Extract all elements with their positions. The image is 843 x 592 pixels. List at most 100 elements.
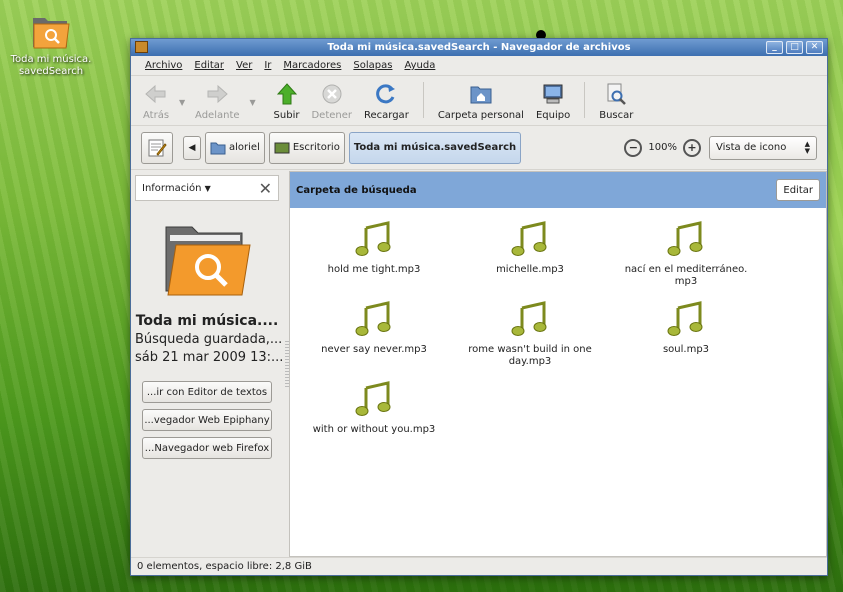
home-folder-icon [210, 142, 226, 154]
menu-solapas[interactable]: Solapas [347, 60, 398, 71]
side-pane-type: Búsqueda guardada,... [135, 332, 283, 347]
window-menu-icon[interactable] [135, 41, 148, 53]
file-name: hold me tight.mp3 [327, 264, 421, 275]
file-name: never say never.mp3 [321, 344, 427, 355]
edit-location-icon [148, 139, 167, 156]
home-folder-icon [469, 82, 493, 106]
file-browser-window: Toda mi música.savedSearch - Navegador d… [130, 38, 828, 576]
forward-button[interactable]: Adelante [189, 80, 245, 124]
music-note-icon [355, 301, 391, 336]
close-icon[interactable]: ✕ [259, 179, 272, 198]
saved-search-folder-icon [162, 219, 252, 299]
status-text: 0 elementos, espacio libre: 2,8 GiB [137, 561, 312, 572]
home-button[interactable]: Carpeta personal [432, 80, 530, 124]
search-folder-bar: Carpeta de búsqueda Editar [290, 172, 826, 208]
desktop-icon-saved-search[interactable]: Toda mi música. savedSearch [6, 12, 96, 78]
breadcrumb-label: Escritorio [292, 142, 340, 153]
file-grid: hold me tight.mp3 michelle.mp3 nací en e… [290, 208, 826, 436]
window-titlebar[interactable]: Toda mi música.savedSearch - Navegador d… [131, 39, 827, 56]
location-bar: ◀ aloriel Escritorio Toda mi música.save… [131, 126, 827, 170]
computer-icon [541, 82, 565, 106]
forward-history-chevron-icon[interactable]: ▼ [246, 80, 260, 124]
maximize-button[interactable]: □ [786, 41, 803, 54]
toolbar: Atrás ▼ Adelante ▼ Subir Detener Recarga… [131, 76, 827, 126]
zoom-control: − 100% + [624, 138, 701, 157]
home-label: Carpeta personal [437, 110, 524, 121]
toggle-location-button[interactable] [141, 131, 173, 164]
desktop-icon-label: Toda mi música. savedSearch [10, 54, 92, 77]
edit-search-button[interactable]: Editar [776, 179, 820, 201]
file-item[interactable]: hold me tight.mp3 [296, 220, 452, 288]
updown-chevron-icon: ▲ ▼ [804, 139, 810, 155]
stop-label: Detener [311, 110, 352, 121]
side-pane-date: sáb 21 mar 2009 13:... [135, 350, 284, 365]
file-item[interactable]: soul.mp3 [608, 300, 764, 368]
toolbar-separator [584, 82, 586, 118]
reload-button[interactable]: Recargar [358, 80, 415, 124]
music-note-icon [355, 381, 391, 416]
breadcrumb-label: aloriel [229, 142, 260, 153]
file-view: Carpeta de búsqueda Editar hold me tight… [289, 171, 827, 557]
zoom-out-icon[interactable]: − [624, 138, 643, 157]
minimize-button[interactable]: _ [766, 41, 783, 54]
menu-ver[interactable]: Ver [230, 60, 258, 71]
side-pane: Información ▼ ✕ Toda mi música.... Búsqu… [131, 171, 289, 557]
music-note-icon [511, 221, 547, 256]
menu-marcadores[interactable]: Marcadores [277, 60, 347, 71]
breadcrumb-escritorio[interactable]: Escritorio [268, 131, 345, 164]
file-item[interactable]: rome wasn't build in one day.mp3 [452, 300, 608, 368]
music-note-icon [667, 221, 703, 256]
view-mode-select[interactable]: Vista de icono ▲ ▼ [709, 135, 817, 160]
menu-ir[interactable]: Ir [258, 60, 277, 71]
back-history-chevron-icon[interactable]: ▼ [175, 80, 189, 124]
zoom-in-icon[interactable]: + [683, 138, 701, 157]
music-note-icon [667, 301, 703, 336]
breadcrumb-current[interactable]: Toda mi música.savedSearch [348, 131, 522, 164]
back-arrow-icon [144, 82, 168, 106]
menu-ayuda[interactable]: Ayuda [398, 60, 441, 71]
computer-label: Equipo [535, 110, 571, 121]
back-button[interactable]: Atrás [137, 80, 175, 124]
zoom-level[interactable]: 100% [648, 142, 677, 153]
file-name: nací en el mediterráneo. mp3 [624, 264, 748, 287]
search-folder-label: Carpeta de búsqueda [296, 184, 417, 196]
side-pane-selector[interactable]: Información ▼ [142, 183, 211, 194]
side-pane-header: Información ▼ ✕ [135, 175, 279, 201]
up-button[interactable]: Subir [268, 80, 306, 124]
file-item[interactable]: michelle.mp3 [452, 220, 608, 288]
breadcrumb-aloriel[interactable]: aloriel [205, 131, 265, 164]
toolbar-separator [422, 82, 424, 118]
menubar: Archivo Editar Ver Ir Marcadores Solapas… [131, 56, 827, 76]
search-icon [604, 82, 628, 106]
file-item[interactable]: with or without you.mp3 [296, 380, 452, 436]
file-item[interactable]: never say never.mp3 [296, 300, 452, 368]
file-name: rome wasn't build in one day.mp3 [468, 344, 592, 367]
window-title: Toda mi música.savedSearch - Navegador d… [327, 42, 631, 53]
music-note-icon [355, 221, 391, 256]
chevron-left-icon: ◀ [188, 142, 196, 153]
breadcrumb-label: Toda mi música.savedSearch [353, 142, 517, 153]
chevron-down-icon: ▼ [204, 183, 211, 193]
open-with-epiphany-button[interactable]: ...vegador Web Epiphany [142, 409, 272, 431]
file-item[interactable]: nací en el mediterráneo. mp3 [608, 220, 764, 288]
up-arrow-icon [275, 82, 299, 106]
search-button[interactable]: Buscar [593, 80, 639, 124]
reload-label: Recargar [364, 110, 409, 121]
up-label: Subir [273, 110, 300, 121]
open-with-firefox-button[interactable]: ...Navegador web Firefox [142, 437, 272, 459]
path-scroll-left-button[interactable]: ◀ [183, 135, 201, 160]
menu-archivo[interactable]: Archivo [139, 60, 188, 71]
file-name: with or without you.mp3 [312, 424, 436, 435]
open-with-text-editor-button[interactable]: ...ir con Editor de textos [142, 381, 272, 403]
forward-arrow-icon [205, 82, 229, 106]
stop-button[interactable]: Detener [305, 80, 358, 124]
stop-icon [320, 82, 344, 106]
music-note-icon [511, 301, 547, 336]
close-window-button[interactable]: ✕ [806, 41, 823, 54]
desktop-icon [274, 142, 290, 153]
back-label: Atrás [143, 110, 170, 121]
saved-search-folder-icon [31, 12, 71, 50]
reload-icon [374, 82, 398, 106]
menu-editar[interactable]: Editar [188, 60, 230, 71]
computer-button[interactable]: Equipo [530, 80, 576, 124]
